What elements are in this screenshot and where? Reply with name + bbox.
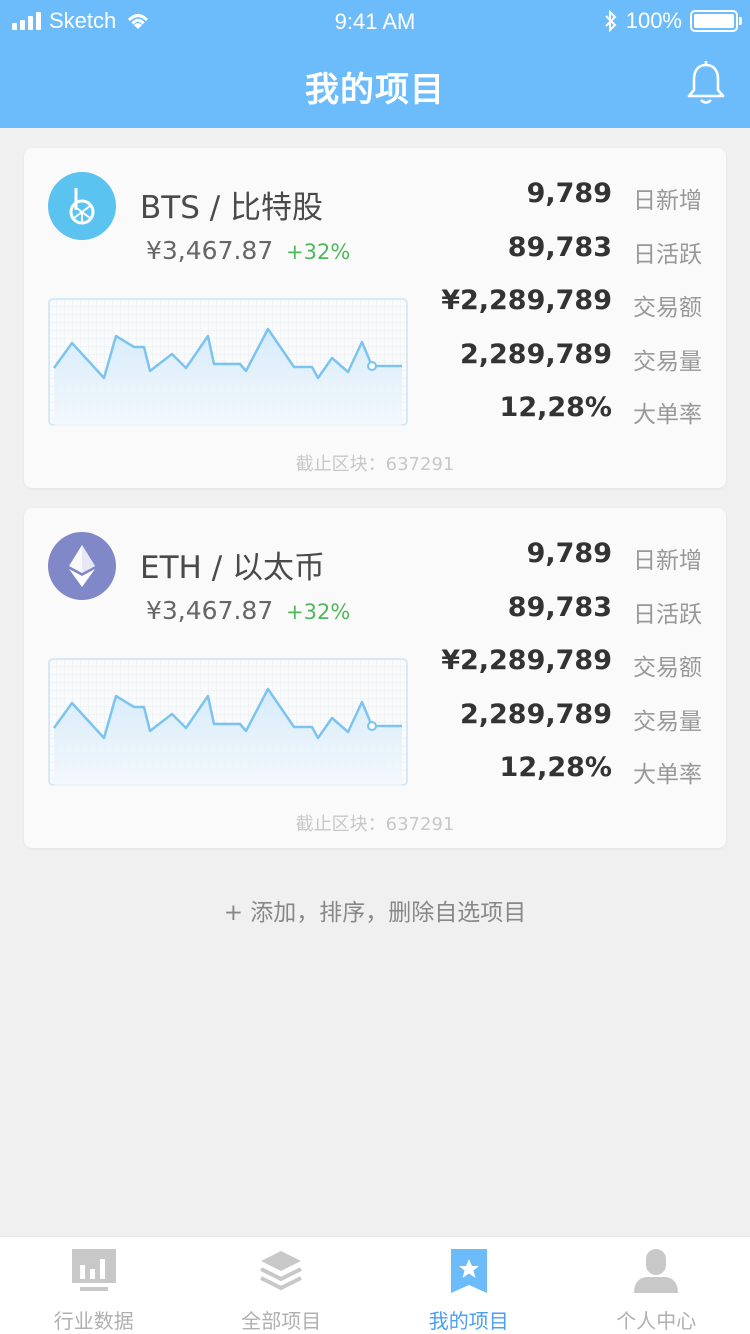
stat-row: 89,783 日活跃 (382, 232, 702, 286)
stat-value: 2,289,789 (459, 338, 612, 370)
bar-chart-icon (71, 1249, 116, 1291)
block-height: 截止区块：637291 (295, 814, 455, 835)
bitshares-icon (48, 172, 116, 240)
stat-value: 9,789 (526, 538, 612, 569)
stat-value: ¥2,289,789 (441, 645, 612, 676)
stat-label: 交易额 (633, 295, 702, 321)
tab-all-projects[interactable]: 全部项目 (188, 1237, 376, 1334)
stat-value: ¥2,289,789 (441, 285, 612, 316)
battery-percent: 100% (625, 8, 682, 33)
price-change: +32% (286, 240, 351, 264)
stat-value: 2,289,789 (459, 698, 612, 730)
stat-label: 日新增 (633, 188, 702, 214)
edit-watchlist-link[interactable]: + 添加，排序，删除自选项目 (0, 893, 750, 927)
star-bookmark-icon (450, 1249, 487, 1293)
stat-label: 日活跃 (633, 601, 702, 628)
stat-label: 大单率 (633, 762, 702, 788)
stat-row: ¥2,289,789 交易额 (382, 645, 702, 699)
stat-row: ¥2,289,789 交易额 (382, 285, 702, 339)
battery-icon (690, 10, 742, 32)
project-name: ETH / 以太币 (140, 550, 325, 586)
project-name: BTS / 比特股 (140, 190, 324, 226)
tab-label: 个人中心 (616, 1309, 697, 1333)
stat-row: 12,28% 大单率 (382, 752, 702, 806)
tab-label: 我的项目 (428, 1309, 509, 1333)
stat-row: 12,28% 大单率 (382, 392, 702, 446)
stat-label: 大单率 (633, 402, 702, 428)
tab-label: 行业数据 (53, 1309, 134, 1333)
stat-label: 交易额 (633, 655, 702, 681)
stat-row: 9,789 日新增 (382, 178, 702, 232)
stat-value: 12,28% (499, 752, 612, 783)
stat-value: 89,783 (507, 591, 612, 623)
bell-icon[interactable] (686, 60, 726, 106)
tab-label: 全部项目 (241, 1309, 322, 1333)
tab-my-projects[interactable]: 我的项目 (375, 1237, 563, 1334)
stat-label: 日新增 (633, 548, 702, 574)
stat-row: 2,289,789 交易量 (382, 339, 702, 393)
block-height: 截止区块：637291 (295, 454, 455, 475)
project-card[interactable]: ETH / 以太币 ¥3,467.87 +32% 9,789 日新增 89,783… (24, 508, 726, 848)
sparkline-chart (48, 658, 408, 786)
page-title: 我的项目 (305, 70, 445, 110)
stats-list: 9,789 日新增 89,783 日活跃 ¥2,289,789 交易额 2,289,7… (382, 538, 702, 806)
stat-value: 89,783 (507, 231, 612, 263)
price-change: +32% (286, 600, 351, 624)
app-header: Sketch 9:41 AM 100% 我的项目 (0, 0, 750, 128)
project-price: ¥3,467.87 (146, 236, 274, 265)
tab-personal-center[interactable]: 个人中心 (563, 1237, 750, 1334)
stat-label: 日活跃 (633, 241, 702, 268)
project-price: ¥3,467.87 (146, 596, 274, 625)
status-bar: Sketch 9:41 AM 100% (0, 0, 750, 40)
tab-industry-data[interactable]: 行业数据 (0, 1237, 188, 1334)
stat-row: 89,783 日活跃 (382, 592, 702, 646)
stat-row: 2,289,789 交易量 (382, 699, 702, 753)
layers-icon (260, 1251, 303, 1291)
project-card[interactable]: BTS / 比特股 ¥3,467.87 +32% 9,789 日新增 89,783… (24, 148, 726, 488)
stat-row: 9,789 日新增 (382, 538, 702, 592)
bluetooth-icon (605, 10, 617, 32)
stat-label: 交易量 (633, 348, 702, 375)
user-icon (634, 1249, 679, 1293)
sparkline-chart (48, 298, 408, 426)
stat-label: 交易量 (633, 708, 702, 735)
stat-value: 9,789 (526, 178, 612, 209)
stat-value: 12,28% (499, 392, 612, 423)
stats-list: 9,789 日新增 89,783 日活跃 ¥2,289,789 交易额 2,289,7… (382, 178, 702, 446)
tab-bar: 行业数据 全部项目 我的项目 个人中心 (0, 1236, 750, 1334)
ethereum-icon (48, 532, 116, 600)
